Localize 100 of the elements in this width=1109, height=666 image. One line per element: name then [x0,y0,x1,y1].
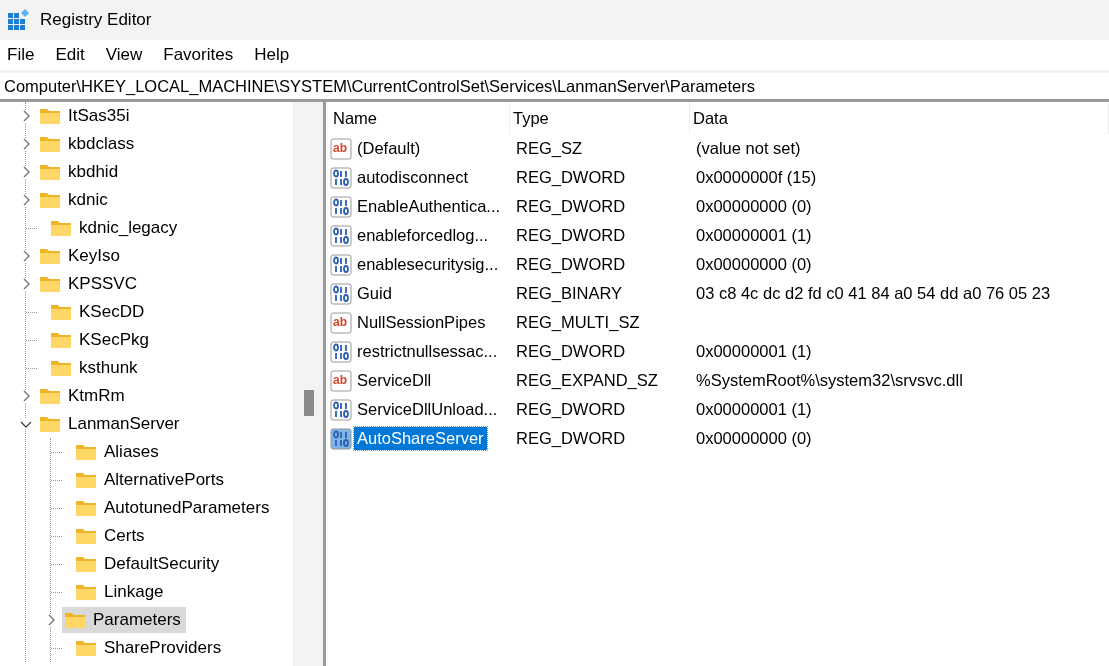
binary-value-icon [330,224,352,247]
value-data: (value not set) [695,139,802,158]
value-data: 0x00000000 (0) [695,197,813,216]
value-type: REG_EXPAND_SZ [515,371,659,390]
chevron-right-icon[interactable] [21,250,31,262]
value-type: REG_DWORD [515,429,627,448]
value-name[interactable]: Guid [354,282,395,305]
folder-icon [39,135,61,153]
tree-item[interactable]: ShareProviders [73,635,227,661]
value-data: %SystemRoot%\system32\srvsvc.dll [695,371,964,390]
value-data: 0x00000001 (1) [695,400,813,419]
tree-item[interactable]: ItSas35i [37,103,135,129]
value-name[interactable]: autodisconnect [354,166,471,189]
folder-icon [50,219,72,237]
value-type: REG_DWORD [515,197,627,216]
binary-value-icon [330,282,352,305]
menu-item[interactable]: View [105,45,153,65]
string-value-icon: ab [330,369,352,392]
folder-icon [75,583,97,601]
value-type: REG_MULTI_SZ [515,313,641,332]
binary-value-icon [330,253,352,276]
folder-icon [39,387,61,405]
value-data: 0x00000000 (0) [695,429,813,448]
binary-value-icon [330,427,352,450]
value-type: REG_DWORD [515,342,627,361]
chevron-right-icon[interactable] [21,110,31,122]
value-name[interactable]: EnableAuthentica... [354,195,504,218]
binary-value-icon [330,195,352,218]
value-name[interactable]: enablesecuritysig... [354,253,502,276]
tree-item[interactable]: KSecDD [48,299,150,325]
value-name[interactable]: NullSessionPipes [354,311,489,334]
chevron-down-icon[interactable] [20,419,32,429]
folder-icon [39,191,61,209]
tree-item[interactable]: ksthunk [48,355,143,381]
value-data: 0x0000000f (15) [695,168,818,187]
value-name[interactable]: enableforcedlog... [354,224,492,247]
value-name[interactable]: ServiceDll [354,369,435,392]
menu-item[interactable]: Help [254,45,300,65]
menu-item[interactable]: Favorites [163,45,244,65]
binary-value-icon [330,340,352,363]
window-title: Registry Editor [40,10,152,30]
value-data: 0x00000001 (1) [695,226,813,245]
folder-icon [50,359,72,377]
value-type: REG_DWORD [515,168,627,187]
tree-item[interactable]: kbdhid [37,159,124,185]
chevron-right-icon[interactable] [21,138,31,150]
value-name[interactable]: ServiceDllUnload... [354,398,501,421]
folder-icon [39,107,61,125]
folder-icon [50,303,72,321]
chevron-right-icon[interactable] [21,194,31,206]
value-name[interactable]: AutoShareServer [354,427,487,450]
tree-item[interactable]: KeyIso [37,243,125,269]
column-header[interactable]: Type [510,102,690,134]
chevron-right-icon[interactable] [21,278,31,290]
value-data: 0x00000000 (0) [695,255,813,274]
tree-item[interactable]: Linkage [73,579,169,605]
chevron-right-icon[interactable] [21,166,31,178]
tree-item[interactable]: Aliases [73,439,164,465]
binary-value-icon [330,398,352,421]
menu-item[interactable]: Edit [55,45,95,65]
tree-item[interactable]: LanmanServer [37,411,185,437]
binary-value-icon [330,166,352,189]
string-value-icon: ab [330,137,352,160]
folder-icon [39,247,61,265]
tree-item[interactable]: kdnic_legacy [48,215,183,241]
folder-icon [64,611,86,629]
folder-icon [75,443,97,461]
tree-item[interactable]: kbdclass [37,131,140,157]
value-data: 03 c8 4c dc d2 fd c0 41 84 a0 54 dd a0 76 05 23 [695,284,1052,303]
folder-icon [39,415,61,433]
folder-icon [50,331,72,349]
tree-item[interactable]: Parameters [62,607,186,633]
column-header[interactable]: Data [690,102,1109,134]
value-type: REG_DWORD [515,400,627,419]
tree-item[interactable]: AlternativePorts [73,467,229,493]
value-type: REG_DWORD [515,255,627,274]
value-type: REG_DWORD [515,226,627,245]
folder-icon [39,163,61,181]
scrollbar-thumb[interactable] [304,390,314,416]
tree-item[interactable]: AutotunedParameters [73,495,275,521]
folder-icon [75,639,97,657]
chevron-right-icon[interactable] [21,390,31,402]
chevron-right-icon[interactable] [46,614,56,626]
value-name[interactable]: (Default) [354,137,424,160]
value-type: REG_SZ [515,139,584,158]
string-value-icon: ab [330,311,352,334]
tree-item[interactable]: Certs [73,523,150,549]
tree-item[interactable]: KtmRm [37,383,130,409]
tree-item[interactable]: kdnic [37,187,113,213]
folder-icon [75,471,97,489]
menu-item[interactable]: File [7,45,45,65]
column-header[interactable]: Name [330,102,510,134]
tree-item[interactable]: KSecPkg [48,327,154,353]
folder-icon [39,275,61,293]
value-name[interactable]: restrictnullsessac... [354,340,501,363]
tree-item[interactable]: DefaultSecurity [73,551,225,577]
value-type: REG_BINARY [515,284,624,303]
folder-icon [75,499,97,517]
value-data: 0x00000001 (1) [695,342,813,361]
tree-item[interactable]: KPSSVC [37,271,142,297]
